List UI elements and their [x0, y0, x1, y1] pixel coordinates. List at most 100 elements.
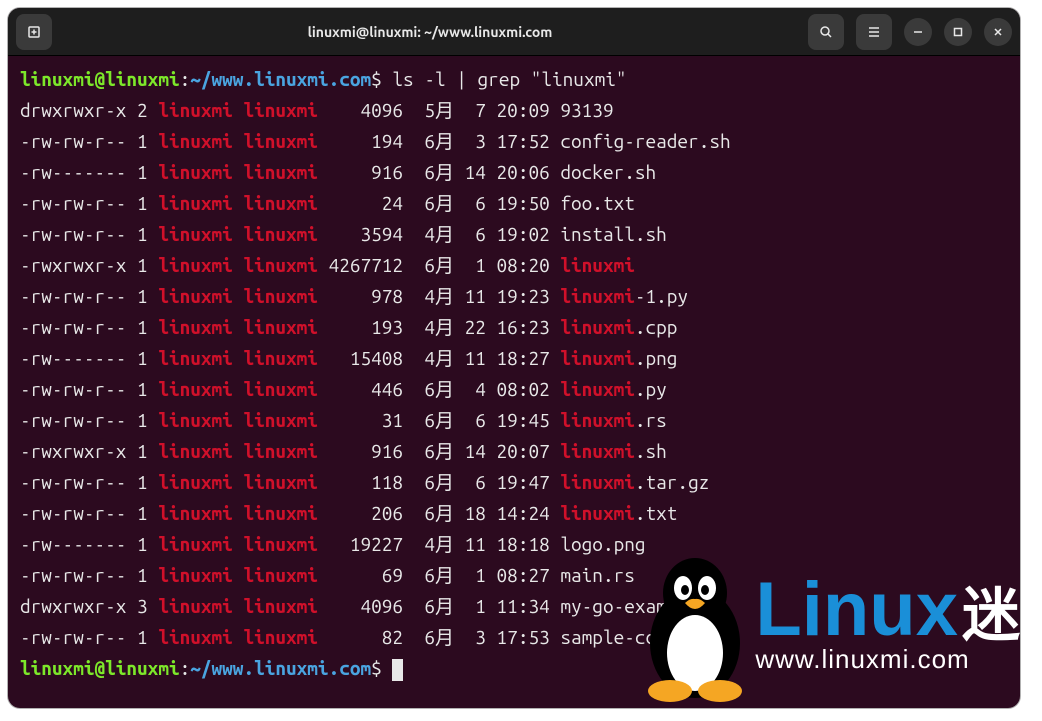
maximize-button[interactable] [944, 18, 972, 46]
file-owner: linuxmi linuxmi [158, 99, 318, 121]
file-owner: linuxmi linuxmi [158, 378, 318, 400]
terminal-window: linuxmi@linuxmi: ~/www.linuxmi.com [8, 8, 1020, 708]
grep-match: linuxmi [560, 409, 634, 431]
file-date: 4月 11 18:27 [403, 347, 560, 369]
file-owner: linuxmi linuxmi [158, 471, 318, 493]
prompt-at: @ [94, 68, 105, 90]
file-size: 206 [318, 502, 403, 524]
file-owner: linuxmi linuxmi [158, 192, 318, 214]
command-text: ls -l | grep "linuxmi" [382, 68, 627, 90]
file-size: 4096 [318, 99, 403, 121]
file-size: 916 [318, 161, 403, 183]
file-name-suffix: .txt [635, 502, 678, 524]
prompt-user: linuxmi [20, 68, 94, 90]
list-row: -rw-rw-r-- 1 linuxmi linuxmi 194 6月 3 17… [20, 126, 1008, 157]
menu-button[interactable] [856, 14, 892, 50]
list-row: -rw-rw-r-- 1 linuxmi linuxmi 118 6月 6 19… [20, 467, 1008, 498]
file-size: 15408 [318, 347, 403, 369]
window-title: linuxmi@linuxmi: ~/www.linuxmi.com [52, 24, 808, 40]
file-owner: linuxmi linuxmi [158, 223, 318, 245]
file-size: 3594 [318, 223, 403, 245]
list-row: -rw-rw-r-- 1 linuxmi linuxmi 31 6月 6 19:… [20, 405, 1008, 436]
file-size: 69 [318, 564, 403, 586]
file-date: 6月 1 08:27 [403, 564, 560, 586]
file-size: 118 [318, 471, 403, 493]
file-size: 193 [318, 316, 403, 338]
file-size: 31 [318, 409, 403, 431]
file-perms: -rwxrwxr-x 1 [20, 440, 158, 462]
list-row: -rwxrwxr-x 1 linuxmi linuxmi 916 6月 14 2… [20, 436, 1008, 467]
file-perms: -rw-rw-r-- 1 [20, 564, 158, 586]
grep-match: linuxmi [560, 347, 634, 369]
file-owner: linuxmi linuxmi [158, 533, 318, 555]
file-name-suffix: -1.py [635, 285, 688, 307]
file-size: 4267712 [318, 254, 403, 276]
list-row: -rw------- 1 linuxmi linuxmi 916 6月 14 2… [20, 157, 1008, 188]
list-row: -rw-rw-r-- 1 linuxmi linuxmi 193 4月 22 1… [20, 312, 1008, 343]
file-perms: -rw-rw-r-- 1 [20, 316, 158, 338]
file-date: 6月 14 20:07 [403, 440, 560, 462]
grep-match: linuxmi [560, 471, 634, 493]
file-date: 6月 6 19:50 [403, 192, 560, 214]
new-tab-button[interactable] [16, 14, 52, 50]
file-perms: -rw------- 1 [20, 161, 158, 183]
file-name-suffix: .cpp [635, 316, 678, 338]
file-date: 4月 11 18:18 [403, 533, 560, 555]
close-button[interactable] [984, 18, 1012, 46]
file-perms: -rw-rw-r-- 1 [20, 471, 158, 493]
file-date: 6月 18 14:24 [403, 502, 560, 524]
minimize-button[interactable] [904, 18, 932, 46]
file-name-suffix: .rs [635, 409, 667, 431]
file-name: install.sh [560, 223, 666, 245]
file-owner: linuxmi linuxmi [158, 254, 318, 276]
file-size: 978 [318, 285, 403, 307]
file-owner: linuxmi linuxmi [158, 347, 318, 369]
file-size: 82 [318, 626, 403, 648]
file-perms: -rw-rw-r-- 1 [20, 223, 158, 245]
prompt-path: ~/www.linuxmi.com [190, 68, 371, 90]
list-row: -rw-rw-r-- 1 linuxmi linuxmi 446 6月 4 08… [20, 374, 1008, 405]
file-date: 6月 3 17:53 [403, 626, 560, 648]
tux-icon [625, 543, 765, 703]
search-button[interactable] [808, 14, 844, 50]
grep-match: linuxmi [560, 285, 634, 307]
file-name: main.rs [560, 564, 634, 586]
file-name-suffix: .sh [635, 440, 667, 462]
file-owner: linuxmi linuxmi [158, 440, 318, 462]
watermark-title: Linux迷 [755, 572, 1020, 648]
list-row: -rw-rw-r-- 1 linuxmi linuxmi 978 4月 11 1… [20, 281, 1008, 312]
titlebar: linuxmi@linuxmi: ~/www.linuxmi.com [8, 8, 1020, 56]
file-name-suffix: .png [635, 347, 678, 369]
file-name: docker.sh [560, 161, 656, 183]
file-owner: linuxmi linuxmi [158, 564, 318, 586]
file-date: 6月 1 08:20 [403, 254, 560, 276]
file-date: 6月 6 19:47 [403, 471, 560, 493]
grep-match: linuxmi [560, 502, 634, 524]
file-perms: -rw-rw-r-- 1 [20, 378, 158, 400]
file-perms: -rw-rw-r-- 1 [20, 192, 158, 214]
cursor [392, 659, 403, 681]
file-name: config-reader.sh [560, 130, 730, 152]
file-date: 6月 6 19:45 [403, 409, 560, 431]
file-size: 19227 [318, 533, 403, 555]
file-perms: drwxrwxr-x 2 [20, 99, 158, 121]
file-perms: -rw------- 1 [20, 347, 158, 369]
file-owner: linuxmi linuxmi [158, 161, 318, 183]
file-owner: linuxmi linuxmi [158, 595, 318, 617]
prompt-colon: : [180, 68, 191, 90]
grep-match: linuxmi [560, 378, 634, 400]
file-size: 194 [318, 130, 403, 152]
file-date: 4月 22 16:23 [403, 316, 560, 338]
prompt-host: linuxmi [105, 68, 179, 90]
file-owner: linuxmi linuxmi [158, 316, 318, 338]
list-row: -rw-rw-r-- 1 linuxmi linuxmi 24 6月 6 19:… [20, 188, 1008, 219]
file-size: 916 [318, 440, 403, 462]
file-owner: linuxmi linuxmi [158, 285, 318, 307]
file-name: foo.txt [560, 192, 634, 214]
file-date: 6月 1 11:34 [403, 595, 560, 617]
file-size: 446 [318, 378, 403, 400]
file-date: 6月 3 17:52 [403, 130, 560, 152]
file-date: 5月 7 20:09 [403, 99, 560, 121]
list-row: -rw------- 1 linuxmi linuxmi 15408 4月 11… [20, 343, 1008, 374]
file-owner: linuxmi linuxmi [158, 502, 318, 524]
